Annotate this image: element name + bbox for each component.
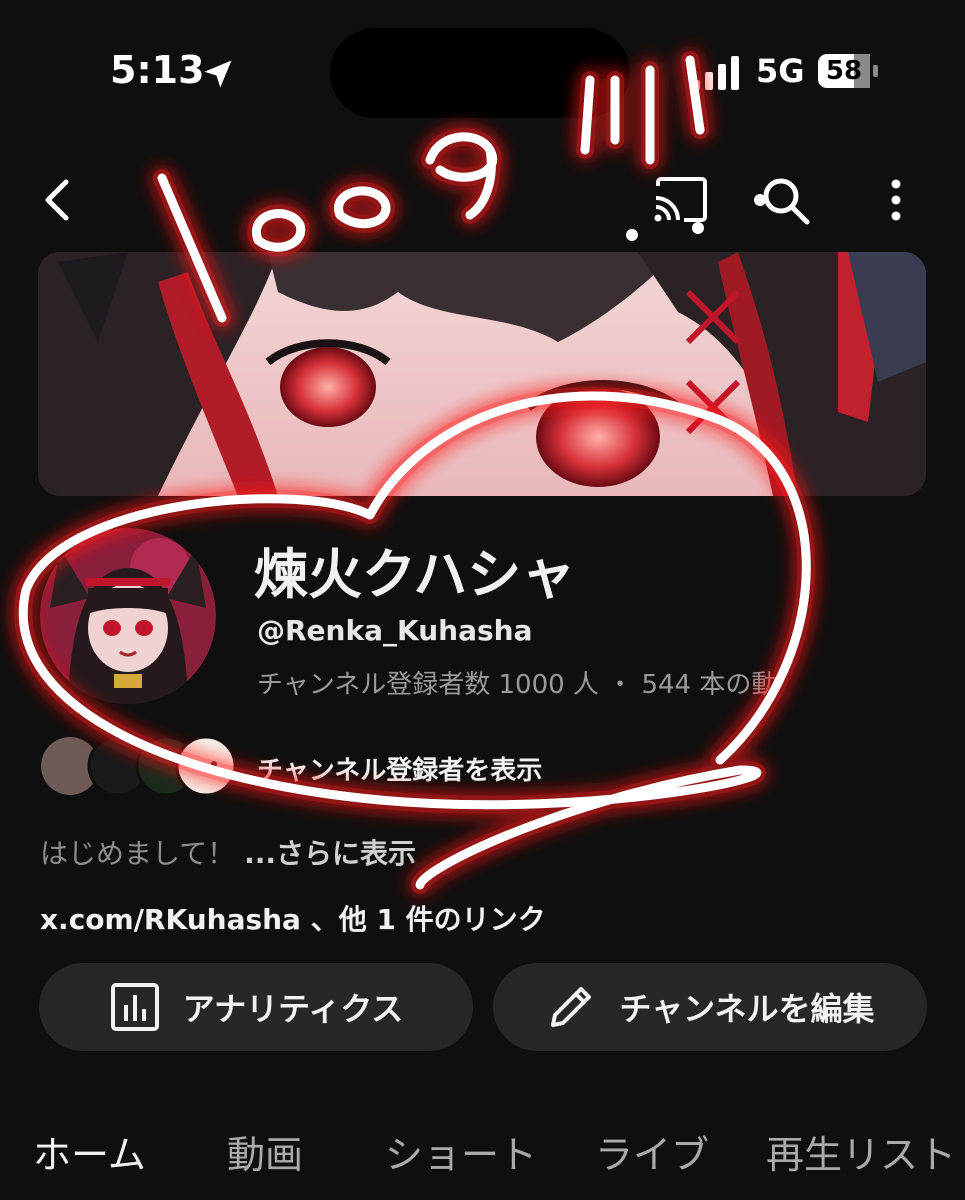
- network-type: 5G: [756, 52, 805, 90]
- search-icon[interactable]: [755, 170, 815, 230]
- description-text: はじめまして！: [40, 837, 236, 870]
- tab-shorts[interactable]: ショート: [385, 1124, 537, 1179]
- tab-playlists[interactable]: 再生リスト: [766, 1124, 956, 1179]
- dynamic-island: [330, 28, 630, 118]
- show-more-link[interactable]: ...さらに表示: [244, 837, 416, 870]
- tab-videos[interactable]: 動画: [227, 1124, 303, 1179]
- status-time: 5:13: [110, 48, 205, 92]
- location-arrow-icon: [204, 60, 232, 88]
- analytics-label: アナリティクス: [182, 990, 404, 1028]
- view-subscribers-link[interactable]: チャンネル登録者を表示: [257, 750, 542, 787]
- more-vertical-icon[interactable]: [866, 170, 926, 230]
- analytics-chart-icon: [110, 983, 159, 1031]
- tab-home[interactable]: ホーム: [33, 1124, 146, 1179]
- channel-description[interactable]: はじめまして！ ...さらに表示: [40, 832, 416, 872]
- analytics-button[interactable]: アナリティクス: [39, 963, 473, 1051]
- channel-stats: チャンネル登録者数 1000 人 ・ 544 本の動画: [257, 670, 777, 700]
- channel-avatar[interactable]: [40, 528, 216, 704]
- cellular-signal-icon: [692, 56, 739, 90]
- channel-handle: @Renka_Kuhasha: [257, 614, 533, 647]
- channel-banner: [38, 252, 926, 496]
- subscriber-avatars[interactable]: [40, 736, 240, 796]
- pencil-icon: [551, 987, 592, 1027]
- tab-live[interactable]: ライブ: [595, 1124, 709, 1179]
- back-chevron-icon[interactable]: [26, 170, 86, 230]
- cast-icon[interactable]: [650, 170, 710, 230]
- battery-level: 58: [825, 56, 863, 86]
- edit-channel-label: チャンネルを編集: [619, 990, 875, 1028]
- edit-channel-button[interactable]: チャンネルを編集: [493, 963, 927, 1051]
- channel-name: 煉火クハシャ: [254, 543, 576, 606]
- channel-links[interactable]: x.com/RKuhasha 、他 1 件のリンク: [40, 898, 546, 938]
